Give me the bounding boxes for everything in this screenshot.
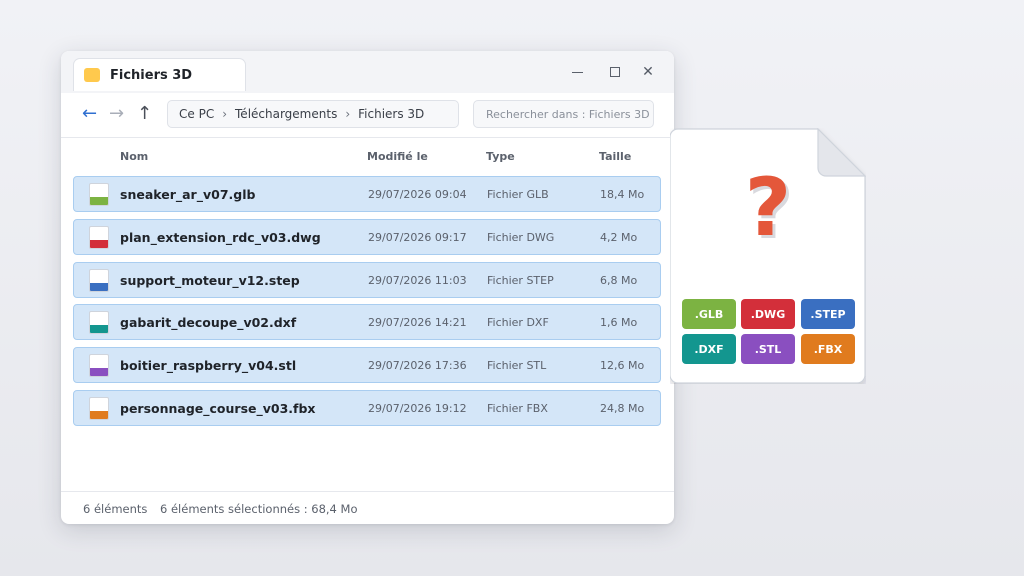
breadcrumb-item-ce-pc[interactable]: Ce PC	[179, 107, 214, 121]
search-placeholder: Rechercher dans : Fichiers 3D	[486, 107, 650, 121]
file-type: Fichier FBX	[487, 401, 548, 415]
file-row[interactable]: support_moteur_v12.step 29/07/2026 11:03…	[73, 261, 661, 298]
file-name: boitier_raspberry_v04.stl	[120, 358, 297, 374]
file-type: Fichier GLB	[487, 188, 549, 201]
file-icon	[89, 183, 109, 206]
file-explorer-window: Fichiers 3D ✕ ← → ↑ Ce PC › Téléchargeme…	[61, 51, 674, 524]
status-bar: 6 éléments 6 éléments sélectionnés : 68,…	[61, 491, 674, 524]
navigation-bar: ← → ↑ Ce PC › Téléchargements › Fichiers…	[61, 93, 674, 138]
file-type-strip	[90, 282, 108, 291]
file-row[interactable]: sneaker_ar_v07.glb 29/07/2026 09:04 Fich…	[73, 176, 661, 212]
badge-glb: .GLB	[682, 299, 736, 329]
breadcrumb[interactable]: Ce PC › Téléchargements › Fichiers 3D	[167, 100, 459, 128]
file-name: gabarit_decoupe_v02.dxf	[120, 315, 297, 331]
file-name: plan_extension_rdc_v03.dwg	[120, 229, 321, 245]
file-size: 1,6 Mo	[600, 316, 638, 330]
up-arrow-icon[interactable]: ↑	[137, 103, 152, 125]
file-modified: 29/07/2026 19:12	[368, 401, 467, 415]
minimize-button[interactable]	[566, 61, 588, 83]
maximize-button[interactable]	[604, 61, 626, 83]
file-type: Fichier STEP	[487, 273, 554, 287]
file-size: 6,8 Mo	[600, 273, 638, 287]
column-header-size[interactable]: Taille	[599, 150, 631, 163]
badge-step: .STEP	[801, 299, 855, 329]
file-modified: 29/07/2026 17:36	[368, 359, 467, 373]
file-row[interactable]: gabarit_decoupe_v02.dxf 29/07/2026 14:21…	[73, 304, 661, 341]
close-icon: ✕	[642, 64, 654, 80]
search-input[interactable]: Rechercher dans : Fichiers 3D	[473, 100, 654, 128]
file-row[interactable]: boitier_raspberry_v04.stl 29/07/2026 17:…	[73, 347, 661, 384]
file-icon	[89, 311, 109, 335]
tab-fichiers-3d[interactable]: Fichiers 3D	[73, 58, 246, 91]
column-header-modified[interactable]: Modifié le	[367, 150, 428, 163]
file-size: 12,6 Mo	[600, 359, 645, 373]
title-bar: Fichiers 3D ✕	[61, 51, 674, 93]
badge-dwg: .DWG	[741, 299, 795, 329]
file-row[interactable]: plan_extension_rdc_v03.dwg 29/07/2026 09…	[73, 218, 661, 255]
file-size: 24,8 Mo	[600, 401, 645, 415]
file-modified: 29/07/2026 11:03	[368, 273, 467, 287]
folder-icon	[84, 68, 100, 82]
file-modified: 29/07/2026 09:04	[368, 188, 467, 201]
breadcrumb-item-telechargements[interactable]: Téléchargements	[235, 107, 337, 121]
unknown-file-document: ? .GLB .DWG .STEP .DXF .STL .FBX	[670, 128, 866, 384]
breadcrumb-item-fichiers-3d[interactable]: Fichiers 3D	[358, 107, 424, 121]
column-header-name[interactable]: Nom	[120, 150, 148, 163]
file-row[interactable]: personnage_course_v03.fbx 29/07/2026 19:…	[73, 389, 661, 426]
file-type-strip	[90, 239, 108, 248]
file-icon	[89, 354, 109, 378]
tab-label: Fichiers 3D	[110, 67, 193, 83]
file-list: sneaker_ar_v07.glb 29/07/2026 09:04 Fich…	[73, 176, 661, 433]
file-type-strip	[90, 197, 108, 205]
file-type: Fichier DWG	[487, 230, 555, 244]
forward-arrow-icon[interactable]: →	[109, 103, 124, 125]
badge-fbx: .FBX	[801, 334, 855, 364]
maximize-icon	[610, 67, 620, 77]
file-type-strip	[90, 410, 108, 419]
column-header: Nom Modifié le Type Taille	[61, 147, 674, 167]
file-type: Fichier DXF	[487, 316, 549, 330]
file-icon	[89, 396, 109, 420]
back-arrow-icon[interactable]: ←	[82, 103, 97, 125]
file-icon	[89, 225, 109, 249]
column-header-type[interactable]: Type	[486, 150, 515, 163]
file-type-strip	[90, 325, 108, 334]
badge-dxf: .DXF	[682, 334, 736, 364]
file-modified: 29/07/2026 09:17	[368, 230, 467, 244]
question-mark-icon: ?	[744, 161, 792, 254]
file-modified: 29/07/2026 14:21	[368, 316, 467, 330]
breadcrumb-separator: ›	[345, 107, 351, 121]
close-button[interactable]: ✕	[637, 61, 659, 83]
file-type: Fichier STL	[487, 359, 547, 373]
selection-summary: 6 éléments sélectionnés : 68,4 Mo	[160, 502, 358, 516]
file-name: support_moteur_v12.step	[120, 272, 300, 288]
file-name: sneaker_ar_v07.glb	[120, 187, 256, 202]
file-type-strip	[90, 368, 108, 377]
file-size: 18,4 Mo	[600, 188, 645, 201]
file-name: personnage_course_v03.fbx	[120, 400, 316, 416]
breadcrumb-separator: ›	[222, 107, 228, 121]
minimize-icon	[571, 71, 583, 73]
file-size: 4,2 Mo	[600, 230, 638, 244]
file-icon	[89, 268, 109, 292]
badge-stl: .STL	[741, 334, 795, 364]
item-count: 6 éléments	[83, 502, 148, 516]
